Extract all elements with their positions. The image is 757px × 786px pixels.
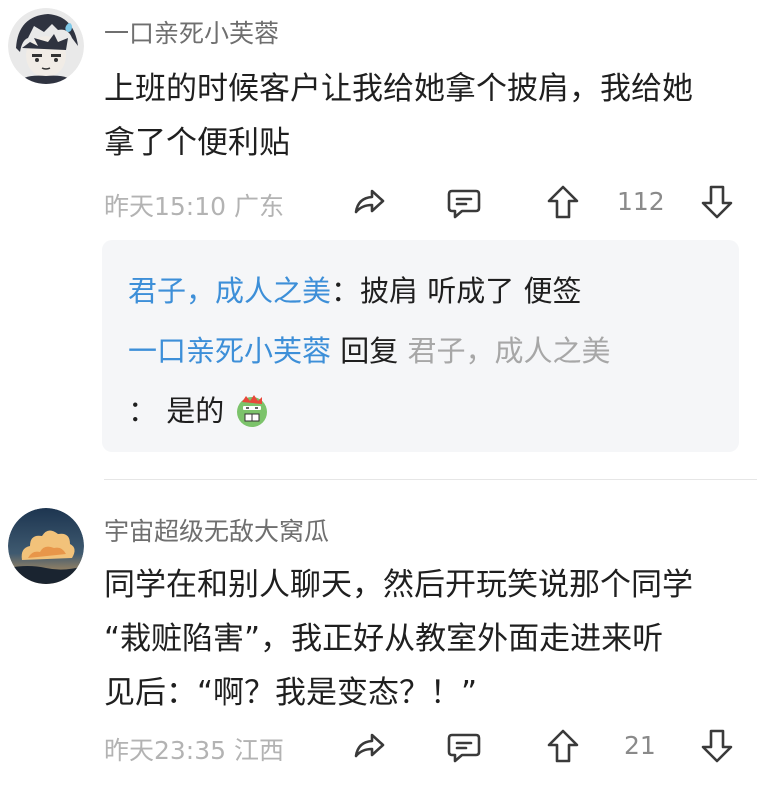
comment-icon[interactable]	[444, 726, 484, 766]
reply-item: 君子，成人之美：披肩 听成了 便签	[128, 268, 581, 310]
like-count: 112	[617, 187, 665, 216]
comment-text-line: 见后：“啊？我是变态？！”	[104, 675, 478, 711]
comment-time: 昨天23:35	[104, 736, 227, 765]
reply-author[interactable]: 君子，成人之美	[128, 274, 331, 308]
comment-location: 江西	[234, 736, 285, 765]
reply-text: 披肩 听成了 便签	[360, 274, 582, 308]
comment-text-line: 上班的时候客户让我给她拿个披肩，我给她	[104, 71, 693, 107]
comment-item: 宇宙超级无敌大窝瓜 同学在和别人聊天，然后开玩笑说那个同学 “栽赃陷害”，我正好…	[0, 490, 757, 786]
upvote-icon[interactable]	[543, 726, 583, 766]
comment-text-line: 同学在和别人聊天，然后开玩笑说那个同学	[104, 567, 693, 603]
comment-divider	[104, 479, 757, 480]
reply-separator: ：	[331, 274, 361, 308]
reply-separator: ：	[128, 394, 158, 428]
user-avatar[interactable]	[8, 508, 84, 584]
comment-meta: 昨天23:35 江西	[104, 731, 284, 767]
user-avatar[interactable]	[8, 8, 84, 84]
reply-author[interactable]: 一口亲死小芙蓉	[128, 334, 331, 368]
comment-username[interactable]: 一口亲死小芙蓉	[104, 14, 279, 50]
reply-verb: 回复	[340, 334, 399, 368]
share-icon[interactable]	[348, 726, 388, 766]
downvote-icon[interactable]	[697, 182, 737, 222]
reply-item-continued: ： 是的	[128, 388, 271, 430]
comment-username[interactable]: 宇宙超级无敌大窝瓜	[104, 512, 329, 548]
comment-text-line: 拿了个便利贴	[104, 125, 290, 161]
comment-meta: 昨天15:10 广东	[104, 187, 284, 223]
comment-location: 广东	[234, 192, 285, 221]
reply-item: 一口亲死小芙蓉 回复 君子，成人之美	[128, 328, 610, 370]
reply-target[interactable]: 君子，成人之美	[407, 334, 610, 368]
reply-thread[interactable]: 君子，成人之美：披肩 听成了 便签 一口亲死小芙蓉 回复 君子，成人之美 ： 是…	[102, 240, 739, 452]
green-bitter-face-emoji-icon	[237, 395, 268, 427]
reply-text: 是的	[166, 394, 225, 428]
downvote-icon[interactable]	[697, 726, 737, 766]
comment-text: 同学在和别人聊天，然后开玩笑说那个同学 “栽赃陷害”，我正好从教室外面走进来听 …	[104, 558, 744, 720]
comment-item: 一口亲死小芙蓉 上班的时候客户让我给她拿个披肩，我给她 拿了个便利贴 昨天15:…	[0, 0, 757, 470]
like-count: 21	[624, 731, 656, 760]
upvote-icon[interactable]	[543, 182, 583, 222]
comment-text-line: “栽赃陷害”，我正好从教室外面走进来听	[104, 621, 664, 657]
sunset-cloud-avatar-icon	[8, 508, 84, 584]
anime-boy-avatar-icon	[8, 8, 84, 84]
comment-icon[interactable]	[444, 182, 484, 222]
comment-time: 昨天15:10	[104, 192, 227, 221]
comment-text: 上班的时候客户让我给她拿个披肩，我给她 拿了个便利贴	[104, 62, 744, 170]
share-icon[interactable]	[348, 182, 388, 222]
